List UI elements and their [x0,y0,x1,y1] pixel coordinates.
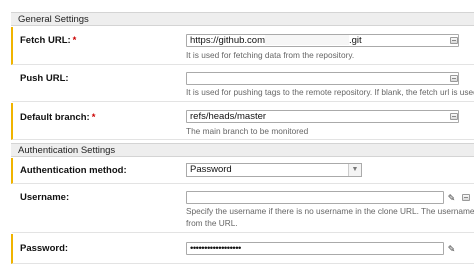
default-branch-help-text: The main branch to be monitored [186,126,309,136]
triangle-down-icon: ▼ [348,164,361,176]
fetch-url-help-text: It is used for fetching data from the re… [186,50,355,60]
fetch-url-label: Fetch URL: * [20,35,77,46]
required-marker: * [91,112,96,123]
username-help-text-line1: Specify the username if there is no user… [186,206,474,216]
key-icon[interactable]: ✎ [446,244,457,254]
default-branch-label: Default branch: * [20,112,96,123]
authentication-method-select[interactable]: Password ▼ [186,163,362,177]
push-url-row: Push URL: It is used for pushing tags to… [11,66,474,102]
help-icon[interactable] [450,113,458,120]
authentication-method-value: Password [190,164,232,175]
push-url-input[interactable] [186,72,459,85]
username-help-text-line2: from the URL. [186,218,238,228]
username-label: Username: [20,192,70,203]
help-icon[interactable] [462,194,470,201]
authentication-method-row: Authentication method: Password ▼ [11,158,474,184]
help-icon[interactable] [450,37,458,44]
username-input[interactable] [186,191,444,204]
key-icon[interactable]: ✎ [446,193,457,203]
fetch-url-row: Fetch URL: * https://github.com .git It is… [11,27,474,65]
password-row: Password: •••••••••••••••••• ✎ [11,234,474,264]
required-marker: * [72,35,77,46]
fetch-url-input[interactable]: https://github.com .git [186,34,459,47]
push-url-label: Push URL: [20,73,69,84]
general-settings-header: General Settings [11,12,474,26]
push-url-help-text: It is used for pushing tags to the remot… [186,87,474,97]
authentication-settings-header: Authentication Settings [11,143,474,157]
authentication-settings-title: Authentication Settings [18,145,116,156]
general-settings-title: General Settings [18,14,89,25]
default-branch-input[interactable]: refs/heads/master [186,110,459,123]
username-row: Username: ✎ Specify the username if ther… [11,185,474,233]
password-input[interactable]: •••••••••••••••••• [186,242,444,255]
help-icon[interactable] [450,75,458,82]
password-label: Password: [20,243,69,254]
authentication-method-label: Authentication method: [20,165,127,176]
default-branch-row: Default branch: * refs/heads/master The m… [11,103,474,140]
